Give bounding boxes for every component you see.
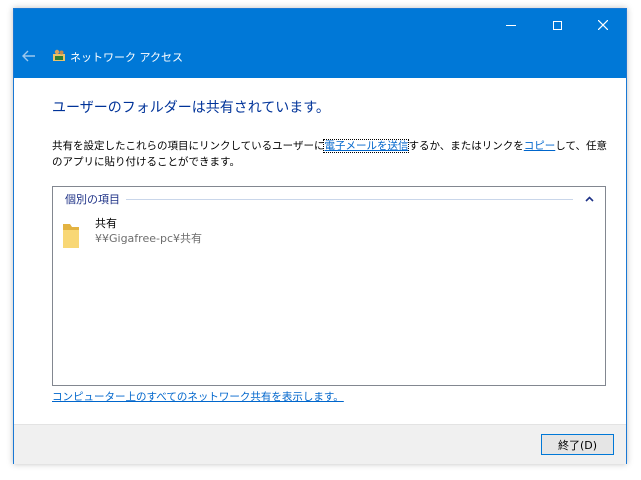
description-part1: 共有を設定したこれらの項目にリンクしているユーザーに bbox=[52, 140, 325, 152]
show-all-shares-link[interactable]: コンピューター上のすべてのネットワーク共有を表示します。 bbox=[52, 389, 344, 404]
item-name: 共有 bbox=[95, 217, 117, 230]
minimize-button[interactable] bbox=[488, 9, 534, 41]
finish-button[interactable]: 終了(D) bbox=[541, 434, 614, 455]
bottom-bar: 終了(D) bbox=[14, 424, 626, 464]
network-access-window: ネットワーク アクセス ユーザーのフォルダーは共有されています。 共有を設定した… bbox=[13, 8, 627, 464]
group-header[interactable]: 個別の項目 bbox=[65, 191, 595, 207]
collapse-button[interactable] bbox=[583, 193, 595, 205]
item-text: 共有 ¥¥Gigafree-pc¥共有 bbox=[95, 217, 202, 246]
send-email-link[interactable]: 電子メールを送信 bbox=[323, 139, 410, 153]
network-users-icon bbox=[53, 49, 65, 61]
description-part2: するか、またはリンクを bbox=[408, 140, 524, 152]
minimize-icon bbox=[506, 24, 516, 26]
shared-items-panel: 個別の項目 共有 ¥¥Gigafree-pc¥共有 bbox=[52, 186, 606, 386]
close-button[interactable] bbox=[580, 9, 626, 41]
window-title: ネットワーク アクセス bbox=[70, 51, 183, 64]
title-bar: ネットワーク アクセス bbox=[14, 9, 626, 78]
copy-link[interactable]: コピー bbox=[524, 140, 556, 152]
page-heading: ユーザーのフォルダーは共有されています。 bbox=[52, 100, 330, 116]
back-button[interactable] bbox=[20, 47, 38, 65]
group-label: 個別の項目 bbox=[65, 193, 120, 206]
shared-folder-item[interactable]: 共有 ¥¥Gigafree-pc¥共有 bbox=[61, 217, 202, 253]
chevron-up-icon bbox=[584, 196, 594, 202]
close-icon bbox=[598, 20, 608, 30]
maximize-button[interactable] bbox=[534, 9, 580, 41]
item-path: ¥¥Gigafree-pc¥共有 bbox=[95, 232, 202, 245]
arrow-left-icon bbox=[22, 50, 35, 62]
folder-icon bbox=[63, 224, 79, 248]
group-divider bbox=[126, 198, 573, 200]
maximize-icon bbox=[552, 20, 562, 30]
description-text: 共有を設定したこれらの項目にリンクしているユーザーに電子メールを送信するか、また… bbox=[52, 138, 612, 170]
